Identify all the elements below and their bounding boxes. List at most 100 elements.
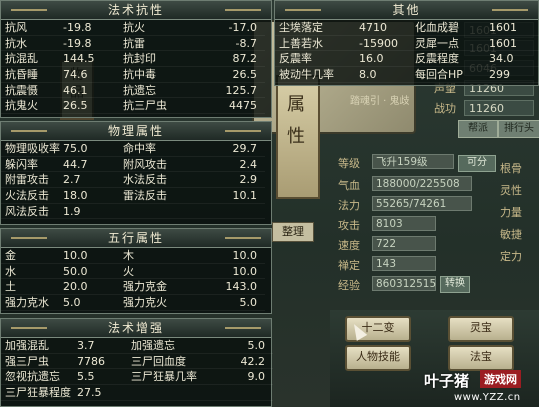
cell: 三尸狂暴几率	[127, 369, 207, 386]
cell: 水法反击	[119, 172, 179, 189]
spell-resist-panel: 法术抗性 抗风 -19.8 抗火 -17.0 抗水 -19.8 抗雷 -8.7 …	[0, 0, 272, 118]
cell: 命中率	[119, 141, 179, 157]
cell: 44.7	[61, 157, 119, 173]
cell: 抗昏睡	[1, 67, 61, 83]
cell: 抗火	[119, 20, 179, 36]
physical-title: 物理属性	[1, 122, 271, 141]
hp-value: 188000/225508	[372, 176, 472, 191]
exp-value: 860312515	[372, 276, 436, 291]
cell: 4475	[179, 98, 265, 115]
cell: 2.4	[179, 157, 265, 173]
cell: -19.8	[61, 36, 119, 52]
other-table: 尘埃落定 4710 化血成碧 1601 上善若水 -15900 灵犀一点 160…	[275, 20, 539, 83]
cell: 9.0	[207, 369, 273, 386]
cell: 29.7	[179, 141, 265, 157]
watermark-sub-text: 游戏网	[480, 370, 521, 388]
spirit-treasure-button[interactable]: 灵宝	[448, 316, 514, 342]
spell-boost-title: 法术增强	[1, 319, 271, 338]
cell: 抗封印	[119, 51, 179, 68]
cell: 26.5	[61, 98, 119, 115]
cell: 附雷攻击	[1, 172, 61, 189]
level-button[interactable]: 可分	[458, 155, 496, 172]
cell: 18.0	[61, 188, 119, 204]
cell: 125.7	[179, 83, 265, 99]
cell: 42.2	[207, 354, 273, 370]
mp-label: 法力	[338, 199, 360, 212]
other-title: 其他	[275, 1, 538, 20]
arrange-button[interactable]: 整理	[272, 222, 314, 242]
elements-table: 金 10.0 木 10.0 水 50.0 火 10.0 土 20.0 强力克金 …	[1, 248, 271, 311]
cell: 10.0	[179, 248, 265, 264]
level-value: 飞升159级	[372, 154, 454, 169]
cell: 尘埃落定	[275, 20, 355, 36]
cell: 每回合HP	[411, 67, 485, 83]
cell: 10.0	[179, 264, 265, 280]
cell: -15900	[355, 36, 411, 52]
cell	[207, 385, 273, 401]
cell: 8.0	[355, 67, 411, 83]
elements-panel: 五行属性 金 10.0 木 10.0 水 50.0 火 10.0 土 20.0 …	[0, 228, 272, 314]
cell: 躲闪率	[1, 157, 61, 173]
cell: 强力克火	[119, 295, 179, 311]
cell: 灵犀一点	[411, 36, 485, 52]
merit-label: 战功	[434, 102, 456, 115]
side-label: 灵性	[500, 184, 522, 197]
attack-value: 8103	[372, 216, 436, 231]
basic-stats: 气血 188000/225508 法力 55265/74261 攻击 8103 速度 7…	[338, 175, 498, 295]
attribute-banner: 属性	[276, 75, 320, 199]
spell-resist-title: 法术抗性	[1, 1, 271, 20]
cell: -17.0	[179, 20, 265, 36]
cell: 土	[1, 279, 61, 296]
right-value: 11260	[464, 100, 534, 116]
cell: 三尸狂暴程度	[1, 385, 75, 401]
watermark-url: www.YZZ.cn	[454, 392, 521, 403]
side-label: 定力	[500, 250, 522, 263]
cell: 强力克金	[119, 279, 179, 296]
cell: 强力克水	[1, 295, 61, 311]
other-panel: 其他 尘埃落定 4710 化血成碧 1601 上善若水 -15900 灵犀一点 …	[274, 0, 539, 86]
cell: 附风攻击	[119, 157, 179, 173]
cell: 反震程度	[411, 51, 485, 68]
cell: 1.9	[61, 204, 119, 220]
cell: 27.5	[75, 385, 127, 401]
cell: 木	[119, 248, 179, 264]
ranking-button[interactable]: 排行头	[498, 120, 539, 138]
cell: 299	[485, 67, 539, 83]
character-skills-button[interactable]: 人物技能	[345, 345, 411, 371]
cell: 3.7	[75, 338, 127, 354]
cell: 加强遗忘	[127, 338, 207, 354]
cell: 87.2	[179, 51, 265, 68]
speed-value: 722	[372, 236, 436, 251]
cell: -8.7	[179, 36, 265, 52]
side-label: 根骨	[500, 162, 522, 175]
side-label: 力量	[500, 206, 522, 219]
guild-button[interactable]: 帮派	[458, 120, 498, 138]
watermark-logo-text: 叶子猪	[424, 372, 470, 390]
spell-boost-table: 加强混乱 3.7 加强遗忘 5.0 强三尸虫 7786 三尸回血度 42.2 忽…	[1, 338, 273, 401]
physical-panel: 物理属性 物理吸收率 75.0 命中率 29.7 躲闪率 44.7 附风攻击 2…	[0, 121, 272, 225]
cell: 5.5	[75, 369, 127, 386]
cell: 20.0	[61, 279, 119, 296]
cell: 水	[1, 264, 61, 280]
cell: 16.0	[355, 51, 411, 68]
cell: 抗震慑	[1, 83, 61, 99]
cell: 143.0	[179, 279, 265, 296]
zen-value: 143	[372, 256, 436, 271]
mp-value: 55265/74261	[372, 196, 472, 211]
cell: 50.0	[61, 264, 119, 280]
cell: 风法反击	[1, 204, 61, 220]
cell: 抗遗忘	[119, 83, 179, 99]
side-label: 敏捷	[500, 228, 522, 241]
cell: 抗风	[1, 20, 61, 36]
attack-label: 攻击	[338, 219, 360, 232]
zen-label: 禅定	[338, 259, 360, 272]
elements-title: 五行属性	[1, 229, 271, 248]
cell: 物理吸收率	[1, 141, 61, 157]
site-watermark: 叶子猪 游戏网 www.YZZ.cn	[420, 362, 539, 407]
cell: 10.1	[179, 188, 265, 204]
physical-table: 物理吸收率 75.0 命中率 29.7 躲闪率 44.7 附风攻击 2.4 附雷…	[1, 141, 271, 220]
cell: 雷法反击	[119, 188, 179, 204]
exp-convert-button[interactable]: 转换	[440, 276, 470, 293]
cell: 抗混乱	[1, 51, 61, 68]
cell: 1601	[485, 20, 539, 36]
